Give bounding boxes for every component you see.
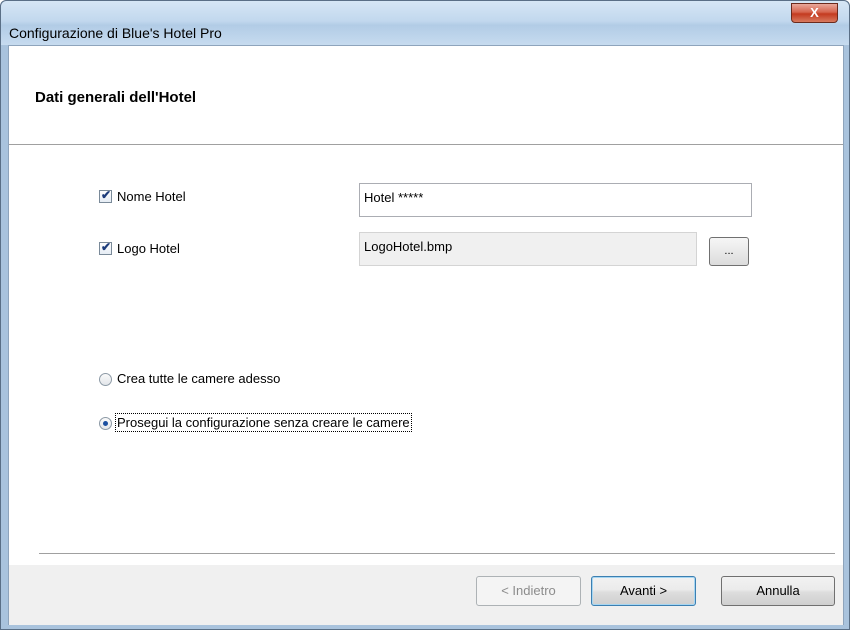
button-area [9,565,843,625]
setup-wizard-window: Configurazione di Blue's Hotel Pro X Dat… [0,0,850,630]
window-title: Configurazione di Blue's Hotel Pro [9,25,222,41]
logo-hotel-input[interactable]: LogoHotel.bmp [359,232,697,266]
crea-camere-label[interactable]: Crea tutte le camere adesso [117,371,280,386]
prosegui-radio[interactable] [99,417,112,430]
content-panel: ✔ Nome Hotel Hotel ***** ✔ Logo Hotel Lo… [9,145,843,565]
crea-camere-radio[interactable] [99,373,112,386]
close-icon: X [810,5,819,20]
check-icon: ✔ [101,240,112,254]
cancel-button[interactable]: Annulla [721,576,835,606]
browse-button[interactable]: ... [709,237,749,266]
prosegui-label[interactable]: Prosegui la configurazione senza creare … [115,413,412,432]
nome-hotel-input[interactable]: Hotel ***** [359,183,752,217]
nome-hotel-checkbox[interactable]: ✔ [99,188,112,203]
logo-hotel-label[interactable]: Logo Hotel [117,241,180,256]
page-title: Dati generali dell'Hotel [35,89,197,106]
next-button[interactable]: Avanti > [591,576,696,606]
title-bar[interactable]: Configurazione di Blue's Hotel Pro X [1,1,849,45]
check-icon: ✔ [101,188,112,202]
header-panel: Dati generali dell'Hotel [9,46,843,145]
nome-hotel-label[interactable]: Nome Hotel [117,189,186,204]
back-button[interactable]: < Indietro [476,576,581,606]
client-area: Dati generali dell'Hotel ✔ Nome Hotel Ho… [8,45,844,625]
radio-selected-dot [103,421,108,426]
close-button[interactable]: X [791,3,838,23]
separator-line [39,553,835,555]
logo-hotel-checkbox[interactable]: ✔ [99,240,112,255]
